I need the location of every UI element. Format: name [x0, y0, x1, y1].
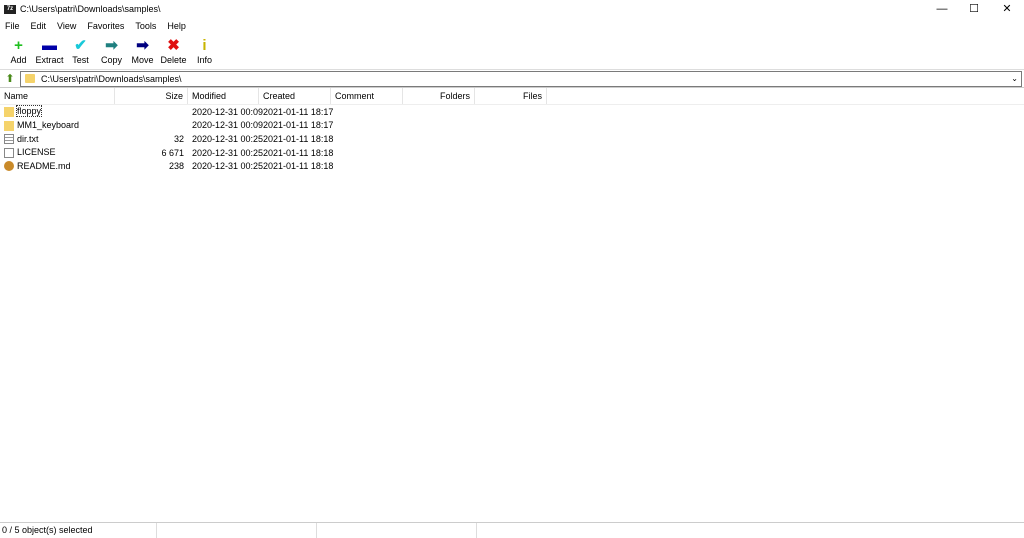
menu-view[interactable]: View	[57, 21, 76, 31]
md-icon	[4, 161, 17, 172]
file-modified: 2020-12-31 00:09	[192, 106, 264, 117]
delete-icon: ✖	[167, 37, 180, 54]
file-list: floppy 2020-12-31 00:09 2021-01-11 18:17…	[0, 105, 1024, 173]
move-button[interactable]: ➡ Move	[127, 34, 158, 69]
menu-favorites[interactable]: Favorites	[87, 21, 124, 31]
title-bar: 7z C:\Users\patri\Downloads\samples\	[0, 0, 1024, 18]
menu-file[interactable]: File	[5, 21, 20, 31]
name-cell: dir.txt	[0, 134, 115, 145]
column-modified[interactable]: Modified	[188, 88, 259, 104]
app-icon: 7z	[4, 4, 16, 14]
path-text: C:\Users\patri\Downloads\samples\	[41, 73, 182, 84]
file-name: dir.txt	[17, 133, 39, 144]
info-label: Info	[196, 55, 212, 65]
file-row[interactable]: MM1_keyboard 2020-12-31 00:09 2021-01-11…	[0, 119, 1024, 133]
maximize-button[interactable]: ☐	[958, 0, 990, 18]
status-modified	[317, 523, 477, 538]
extract-button[interactable]: ▬ Extract	[34, 34, 65, 69]
folder-icon	[4, 106, 17, 118]
extract-label: Extract	[35, 55, 64, 65]
folder-icon	[25, 74, 35, 83]
file-modified: 2020-12-31 00:25	[192, 147, 264, 158]
file-row[interactable]: README.md 238 2020-12-31 00:25 2021-01-1…	[0, 159, 1024, 173]
name-cell: floppy	[0, 105, 115, 118]
move-icon: ➡	[136, 37, 149, 54]
move-label: Move	[131, 55, 154, 65]
up-folder-icon[interactable]: ⬆	[0, 72, 20, 85]
file-row[interactable]: LICENSE 6 671 2020-12-31 00:25 2021-01-1…	[0, 146, 1024, 160]
file-created: 2021-01-11 18:18	[263, 147, 334, 158]
toolbar: + Add ▬ Extract ✔ Test ➡ Copy ➡ Move ✖ Delete i Info	[0, 34, 1024, 70]
add-icon: +	[14, 37, 23, 54]
copy-label: Copy	[100, 55, 122, 65]
close-button[interactable]: ✕	[991, 0, 1023, 18]
address-bar: ⬆ C:\Users\patri\Downloads\samples\ ⌄	[0, 70, 1024, 88]
file-icon	[4, 147, 17, 158]
status-selection: 0 / 5 object(s) selected	[0, 523, 157, 538]
info-icon: i	[202, 37, 207, 54]
file-created: 2021-01-11 18:18	[263, 161, 334, 172]
name-cell: MM1_keyboard	[0, 120, 115, 131]
file-size: 238	[168, 161, 184, 172]
minimize-button[interactable]: —	[926, 0, 958, 18]
name-cell: LICENSE	[0, 147, 115, 158]
file-size: 32	[173, 133, 184, 144]
file-created: 2021-01-11 18:17	[263, 120, 334, 131]
file-modified: 2020-12-31 00:25	[192, 161, 264, 172]
file-name: floppy	[15, 105, 43, 118]
chevron-down-icon[interactable]: ⌄	[1011, 74, 1018, 83]
menu-help[interactable]: Help	[167, 21, 186, 31]
name-cell: README.md	[0, 161, 115, 172]
test-icon: ✔	[74, 37, 87, 54]
file-row[interactable]: dir.txt 32 2020-12-31 00:25 2021-01-11 1…	[0, 132, 1024, 146]
delete-label: Delete	[160, 55, 187, 65]
test-button[interactable]: ✔ Test	[65, 34, 96, 69]
extract-icon: ▬	[42, 37, 57, 54]
status-bar: 0 / 5 object(s) selected	[0, 522, 1024, 538]
add-button[interactable]: + Add	[3, 34, 34, 69]
file-modified: 2020-12-31 00:25	[192, 133, 264, 144]
file-name: LICENSE	[17, 147, 56, 158]
file-row[interactable]: floppy 2020-12-31 00:09 2021-01-11 18:17	[0, 105, 1024, 119]
column-files[interactable]: Files	[475, 88, 547, 104]
column-comment[interactable]: Comment	[331, 88, 403, 104]
copy-icon: ➡	[105, 37, 118, 54]
file-modified: 2020-12-31 00:09	[192, 120, 264, 131]
window-title: C:\Users\patri\Downloads\samples\	[20, 4, 161, 14]
folder-icon	[4, 120, 17, 131]
file-created: 2021-01-11 18:18	[263, 133, 334, 144]
text-icon	[4, 134, 17, 145]
column-header: Name Size Modified Created Comment Folders Fil…	[0, 88, 1024, 105]
column-created[interactable]: Created	[259, 88, 331, 104]
menu-tools[interactable]: Tools	[135, 21, 156, 31]
add-label: Add	[10, 55, 27, 65]
info-button[interactable]: i Info	[189, 34, 220, 69]
column-size[interactable]: Size	[115, 88, 188, 104]
copy-button[interactable]: ➡ Copy	[96, 34, 127, 69]
file-name: MM1_keyboard	[17, 120, 80, 131]
file-name: README.md	[17, 160, 71, 171]
column-folders[interactable]: Folders	[403, 88, 475, 104]
path-input[interactable]: C:\Users\patri\Downloads\samples\ ⌄	[20, 70, 1022, 87]
menu-edit[interactable]: Edit	[31, 21, 47, 31]
file-size: 6 671	[161, 147, 184, 158]
delete-button[interactable]: ✖ Delete	[158, 34, 189, 69]
menu-bar: File Edit View Favorites Tools Help	[0, 18, 1024, 34]
file-created: 2021-01-11 18:17	[263, 106, 334, 117]
column-name[interactable]: Name	[0, 88, 115, 104]
status-size	[157, 523, 317, 538]
test-label: Test	[72, 55, 89, 65]
